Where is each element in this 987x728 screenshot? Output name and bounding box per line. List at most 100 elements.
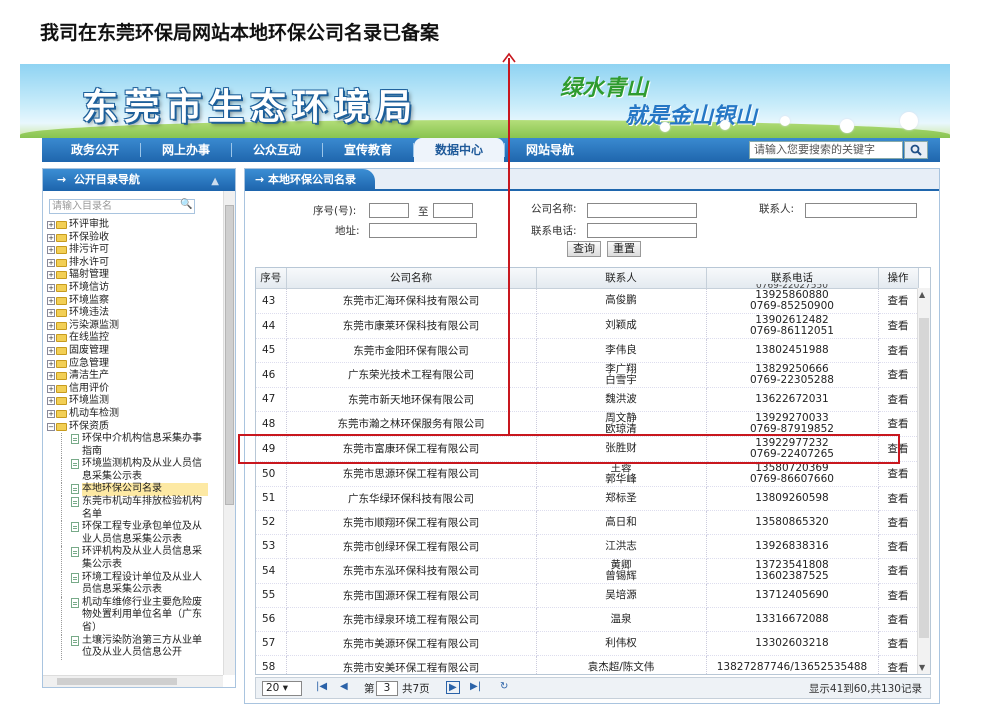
expand-icon[interactable]: + bbox=[47, 221, 55, 229]
view-link[interactable]: 查看 bbox=[878, 387, 919, 412]
tree-folder[interactable]: − 环保资质 bbox=[47, 421, 225, 434]
expand-icon[interactable]: + bbox=[47, 334, 55, 343]
tree-folder[interactable]: + 环评审批 bbox=[47, 219, 225, 232]
expand-icon[interactable]: + bbox=[47, 397, 55, 406]
search-icon[interactable]: 🔍 bbox=[180, 199, 192, 210]
site-logo[interactable]: 东莞市生态环境局 bbox=[82, 78, 418, 130]
col-header-name[interactable]: 公司名称 bbox=[286, 268, 537, 289]
table-row[interactable]: 45 东莞市金阳环保有限公司 李伟良 13802451988 查看 bbox=[256, 338, 919, 363]
table-row[interactable]: 43 东莞市汇海环保科技有限公司 高俊鹏 13925860880 0769-852509… bbox=[256, 288, 919, 314]
address-input[interactable] bbox=[369, 223, 477, 238]
expand-icon[interactable]: + bbox=[47, 258, 55, 267]
tree-folder[interactable]: + 污染源监测 bbox=[47, 320, 225, 333]
tree-folder[interactable]: + 排水许可 bbox=[47, 257, 225, 270]
expand-icon[interactable]: + bbox=[47, 271, 55, 280]
table-row[interactable]: 58 东莞市安美环保工程有限公司 袁杰超/陈文伟 13827287746/136525… bbox=[256, 655, 919, 674]
tab-company-list[interactable]: → 本地环保公司名录 bbox=[245, 169, 375, 191]
nav-item-4[interactable]: 宣传教育 bbox=[323, 138, 413, 162]
tree-leaf[interactable]: 东莞市机动车排放检验机构名单 bbox=[47, 496, 225, 522]
tree-leaf[interactable]: 机动车维修行业主要危险废物处置利用单位名单（广东省） bbox=[47, 596, 225, 635]
next-page-icon[interactable]: ▶ bbox=[446, 681, 460, 694]
nav-item-data-center[interactable]: 数据中心 bbox=[414, 138, 504, 162]
sidebar-search-input[interactable]: 请输入目录名 bbox=[49, 199, 195, 214]
last-page-icon[interactable]: ▶| bbox=[470, 681, 481, 692]
view-link[interactable]: 查看 bbox=[878, 510, 919, 535]
expand-icon[interactable]: + bbox=[47, 309, 55, 318]
tree-leaf[interactable]: 土壤污染防治第三方从业单位及从业人员信息公开 bbox=[47, 634, 225, 660]
nav-item-6[interactable]: 网站导航 bbox=[505, 138, 595, 162]
seq-from-input[interactable] bbox=[369, 203, 409, 218]
table-row[interactable]: 47 东莞市新天地环保有限公司 魏洪波 13622672031 查看 bbox=[256, 387, 919, 412]
table-row[interactable]: 46 广东荣光技术工程有限公司 李广翔 白雪宇 13829250666 0769-2230… bbox=[256, 362, 919, 388]
table-row[interactable]: 48 东莞市瀚之林环保服务有限公司 周文静 欧琼清 13929270033 0769-87… bbox=[256, 411, 919, 437]
tree-folder[interactable]: + 排污许可 bbox=[47, 244, 225, 257]
tree-folder[interactable]: + 在线监控 bbox=[47, 332, 225, 345]
seq-to-input[interactable] bbox=[433, 203, 473, 218]
tree-leaf[interactable]: 环评机构及从业人员信息采集公示表 bbox=[47, 546, 225, 572]
page-size-select[interactable]: 20 ▾ bbox=[262, 681, 302, 696]
tree-folder[interactable]: + 清洁生产 bbox=[47, 370, 225, 383]
scroll-up-icon[interactable]: ▲ bbox=[919, 290, 925, 299]
tree-folder[interactable]: + 环境监测 bbox=[47, 395, 225, 408]
nav-item-2[interactable]: 网上办事 bbox=[141, 138, 231, 162]
view-link[interactable]: 查看 bbox=[878, 631, 919, 656]
table-row[interactable]: 52 东莞市顺翔环保工程有限公司 高日和 13580865320 查看 bbox=[256, 510, 919, 535]
tree-folder[interactable]: + 环保验收 bbox=[47, 232, 225, 245]
expand-icon[interactable]: + bbox=[47, 359, 55, 368]
company-input[interactable] bbox=[587, 203, 697, 218]
tree-folder[interactable]: + 机动车检测 bbox=[47, 408, 225, 421]
nav-item-1[interactable]: 政务公开 bbox=[50, 138, 140, 162]
view-link[interactable]: 查看 bbox=[878, 655, 919, 674]
prev-page-icon[interactable]: ◀ bbox=[340, 681, 348, 692]
tree-leaf[interactable]: 环保工程专业承包单位及从业人员信息采集公示表 bbox=[47, 521, 225, 547]
view-link[interactable]: 查看 bbox=[878, 313, 919, 339]
tree-leaf[interactable]: 环境监测机构及从业人员信息采集公示表 bbox=[47, 458, 225, 484]
scroll-down-icon[interactable]: ▼ bbox=[919, 663, 925, 672]
collapse-icon[interactable]: ▲ bbox=[211, 171, 219, 193]
tree-folder[interactable]: + 信用评价 bbox=[47, 383, 225, 396]
expand-icon[interactable]: + bbox=[47, 296, 55, 305]
view-link[interactable]: 查看 bbox=[878, 534, 919, 559]
col-header-contact[interactable]: 联系人 bbox=[536, 268, 707, 289]
table-scrollbar[interactable]: ▲ ▼ bbox=[917, 288, 930, 674]
expand-icon[interactable]: + bbox=[47, 409, 55, 418]
refresh-icon[interactable]: ↻ bbox=[500, 681, 508, 692]
view-link[interactable]: 查看 bbox=[878, 362, 919, 388]
view-link[interactable]: 查看 bbox=[878, 583, 919, 608]
site-search-input[interactable]: 请输入您要搜索的关键字 bbox=[749, 141, 903, 159]
sidebar-hscrollbar[interactable] bbox=[43, 675, 223, 687]
expand-icon[interactable]: + bbox=[47, 372, 55, 381]
view-link[interactable]: 查看 bbox=[878, 411, 919, 437]
tree-folder[interactable]: + 环境信访 bbox=[47, 282, 225, 295]
page-number-input[interactable]: 3 bbox=[376, 681, 398, 696]
expand-icon[interactable]: + bbox=[47, 233, 55, 242]
view-link[interactable]: 查看 bbox=[878, 288, 919, 314]
view-link[interactable]: 查看 bbox=[878, 558, 919, 584]
view-link[interactable]: 查看 bbox=[878, 607, 919, 632]
expand-icon[interactable]: + bbox=[47, 384, 55, 393]
expand-icon[interactable]: + bbox=[47, 246, 55, 255]
reset-button[interactable]: 重置 bbox=[607, 241, 641, 257]
site-search-button[interactable] bbox=[904, 141, 928, 159]
view-link[interactable]: 查看 bbox=[878, 338, 919, 363]
phone-input[interactable] bbox=[587, 223, 697, 238]
expand-icon[interactable]: − bbox=[47, 422, 55, 431]
table-row[interactable]: 56 东莞市绿泉环境工程有限公司 温泉 13316672088 查看 bbox=[256, 607, 919, 632]
query-button[interactable]: 查询 bbox=[567, 241, 601, 257]
table-row[interactable]: 55 东莞市国源环保工程有限公司 吴培源 13712405690 查看 bbox=[256, 583, 919, 608]
first-page-icon[interactable]: |◀ bbox=[316, 681, 327, 692]
table-row[interactable]: 51 广东华绿环保科技有限公司 郑标圣 13809260598 查看 bbox=[256, 486, 919, 511]
tree-folder[interactable]: + 环境违法 bbox=[47, 307, 225, 320]
expand-icon[interactable]: + bbox=[47, 321, 55, 330]
nav-item-3[interactable]: 公众互动 bbox=[232, 138, 322, 162]
tree-folder[interactable]: + 固废管理 bbox=[47, 345, 225, 358]
expand-icon[interactable]: + bbox=[47, 346, 55, 355]
tree-folder[interactable]: + 环境监察 bbox=[47, 295, 225, 308]
tree-leaf[interactable]: 本地环保公司名录 bbox=[47, 483, 225, 497]
sidebar-scrollbar[interactable] bbox=[223, 191, 235, 675]
view-link[interactable]: 查看 bbox=[878, 461, 919, 487]
expand-icon[interactable]: + bbox=[47, 283, 55, 292]
view-link[interactable]: 查看 bbox=[878, 486, 919, 511]
tree-leaf[interactable]: 环保中介机构信息采集办事指南 bbox=[47, 433, 225, 459]
table-row[interactable]: 50 东莞市思源环保工程有限公司 王蓉 郭华峰 13580720369 0769-8660… bbox=[256, 461, 919, 487]
